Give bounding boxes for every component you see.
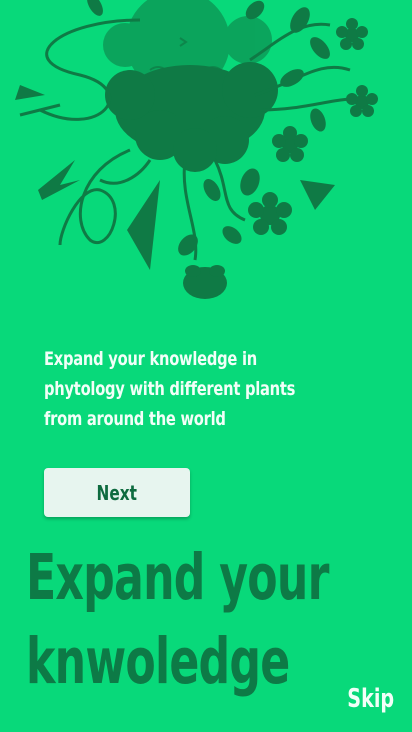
next-button[interactable]: Next	[44, 468, 190, 517]
skip-link[interactable]: Skip	[347, 684, 394, 714]
headline-line-2: knwoledge	[26, 625, 290, 698]
headline-line-1: Expand your	[26, 541, 329, 614]
next-button-label: Next	[96, 480, 138, 505]
plant-character-illustration	[15, 0, 378, 299]
leaf-cloud	[105, 62, 278, 172]
onboarding-headline: Expand your knwoledge	[26, 536, 329, 704]
onboarding-subtitle: Expand your knowledge in phytology with …	[44, 348, 296, 430]
